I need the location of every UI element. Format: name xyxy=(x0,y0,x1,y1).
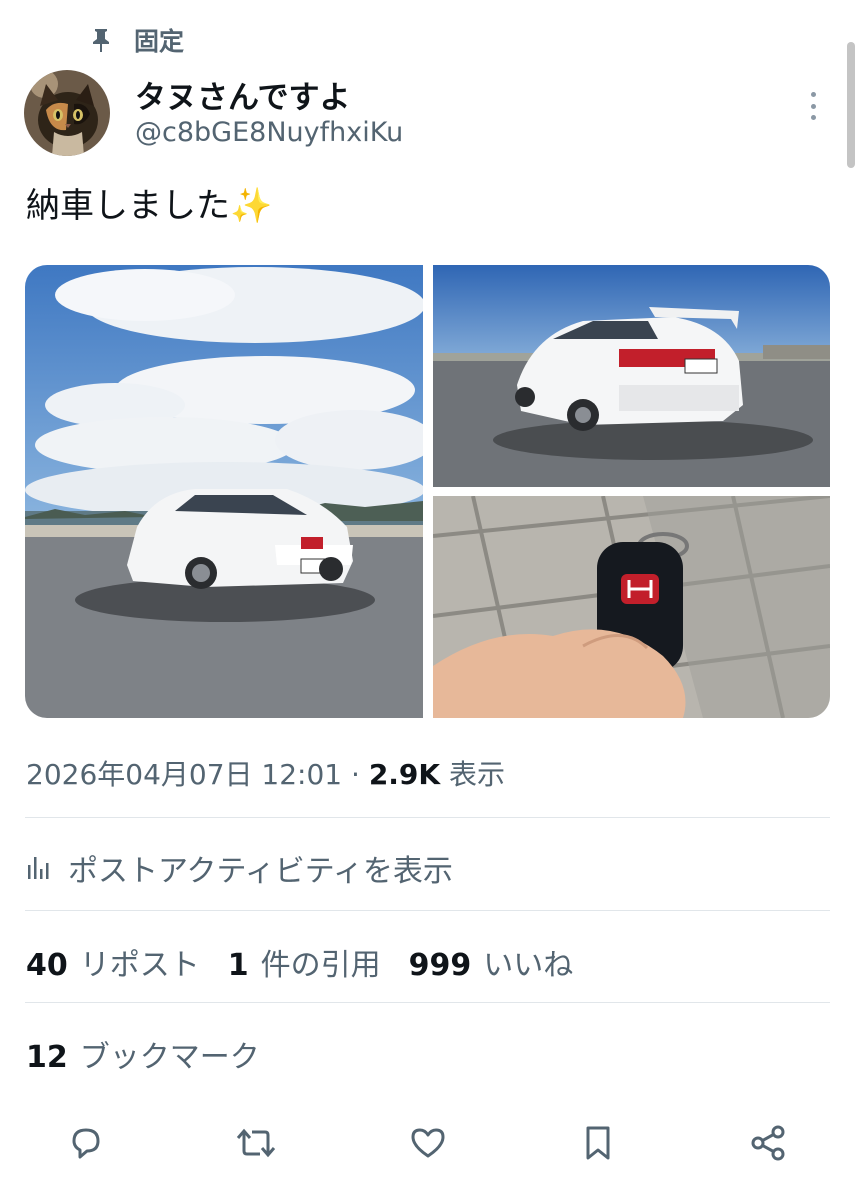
tweet-text: 納車しました✨ xyxy=(26,186,273,226)
bar-chart-icon xyxy=(28,857,49,879)
quotes-label: 件の引用 xyxy=(260,948,381,983)
pinned-label: 固定 xyxy=(134,27,185,56)
repost-icon xyxy=(236,1128,276,1158)
meta-separator: · xyxy=(342,758,369,791)
tweet-meta: 2026年04月07日 12:01 · 2.9K 表示 xyxy=(26,753,505,793)
reply-icon xyxy=(72,1128,100,1159)
divider xyxy=(25,1002,830,1003)
divider xyxy=(25,817,830,818)
bookmark-button[interactable] xyxy=(576,1121,620,1165)
car-rear-photo[interactable] xyxy=(433,265,830,487)
car-key-photo[interactable] xyxy=(433,496,830,718)
share-icon xyxy=(751,1125,785,1161)
like-icon xyxy=(411,1128,445,1158)
avatar[interactable] xyxy=(24,70,110,156)
bookmarks-count: 12 xyxy=(26,1040,68,1075)
bookmark-icon xyxy=(586,1126,610,1160)
bookmarks-stat[interactable]: 12 ブックマーク xyxy=(26,1032,260,1076)
quotes-stat[interactable]: 1 件の引用 xyxy=(228,940,381,984)
views-label: 表示 xyxy=(440,758,506,791)
reposts-count: 40 xyxy=(26,948,68,983)
divider xyxy=(25,910,830,911)
reposts-stat[interactable]: 40 リポスト xyxy=(26,940,200,984)
likes-stat[interactable]: 999 いいね xyxy=(409,940,574,984)
scrollbar[interactable] xyxy=(847,42,855,168)
share-button[interactable] xyxy=(746,1121,790,1165)
timestamp[interactable]: 2026年04月07日 12:01 xyxy=(26,758,342,791)
likes-label: いいね xyxy=(483,948,574,983)
like-button[interactable] xyxy=(406,1121,450,1165)
more-options-icon[interactable] xyxy=(800,86,826,126)
engagement-stats: 40 リポスト 1 件の引用 999 いいね xyxy=(26,940,601,984)
reposts-label: リポスト xyxy=(79,948,200,983)
quotes-count: 1 xyxy=(227,948,249,983)
cat-avatar xyxy=(24,70,110,156)
repost-button[interactable] xyxy=(234,1121,278,1165)
bookmarks-label: ブックマーク xyxy=(79,1040,260,1075)
display-name[interactable]: タヌさんですよ xyxy=(135,72,350,117)
views-count: 2.9K xyxy=(368,758,441,791)
pinned-indicator: 固定 xyxy=(90,22,184,58)
reply-button[interactable] xyxy=(64,1121,108,1165)
action-bar xyxy=(0,1115,855,1175)
media-grid xyxy=(25,265,830,718)
car-front-photo[interactable] xyxy=(25,265,423,718)
likes-count: 999 xyxy=(408,948,472,983)
post-activity-label: ポストアクティビティを表示 xyxy=(68,854,453,889)
post-activity-link[interactable]: ポストアクティビティを表示 xyxy=(26,846,453,890)
user-handle[interactable]: @c8bGE8NuyfhxiKu xyxy=(135,117,403,148)
pin-icon xyxy=(93,29,109,52)
